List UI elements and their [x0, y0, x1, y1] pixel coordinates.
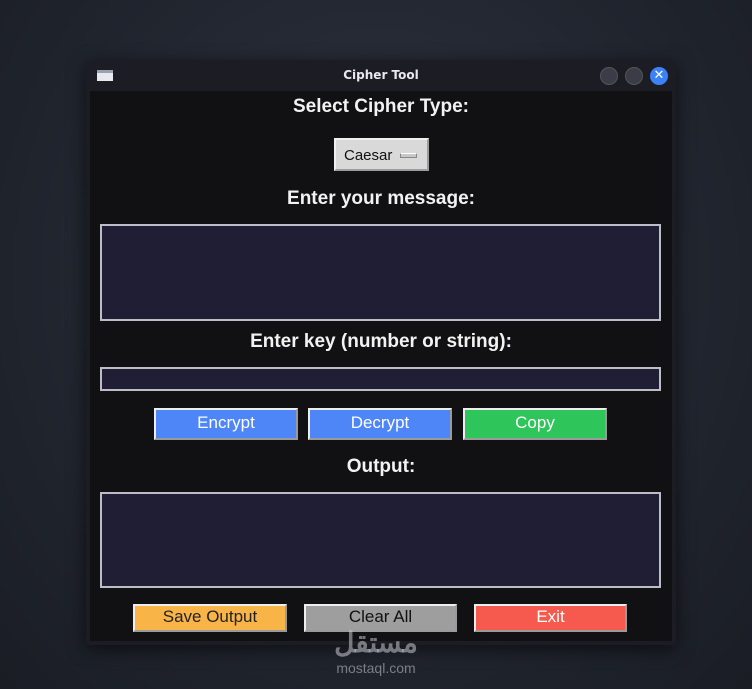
window-title: Cipher Tool	[343, 68, 419, 82]
output-label: Output:	[346, 456, 416, 477]
message-label: Enter your message:	[287, 188, 475, 209]
encrypt-button[interactable]: Encrypt	[154, 408, 298, 440]
maximize-button[interactable]	[625, 67, 643, 85]
message-input[interactable]	[100, 224, 661, 321]
copy-button[interactable]: Copy	[463, 408, 607, 440]
cipher-tool-window: Cipher Tool ✕ Select Cipher Type: Caesar…	[86, 60, 676, 645]
watermark-arabic: مستقل	[334, 627, 418, 658]
dropdown-indicator-icon	[400, 153, 417, 158]
cipher-type-dropdown[interactable]: Caesar	[334, 138, 429, 171]
key-label: Enter key (number or string):	[250, 331, 512, 352]
content-area: Select Cipher Type: Caesar Enter your me…	[90, 91, 672, 641]
watermark-url: mostaql.com	[336, 660, 416, 676]
decrypt-button[interactable]: Decrypt	[308, 408, 452, 440]
title-bar[interactable]: Cipher Tool ✕	[86, 60, 676, 91]
output-box[interactable]	[100, 492, 661, 588]
minimize-button[interactable]	[600, 67, 618, 85]
close-button[interactable]: ✕	[650, 67, 668, 85]
cipher-type-value: Caesar	[344, 147, 393, 164]
cipher-type-label: Select Cipher Type:	[293, 96, 469, 117]
app-icon	[97, 70, 113, 81]
key-input[interactable]	[100, 367, 661, 391]
